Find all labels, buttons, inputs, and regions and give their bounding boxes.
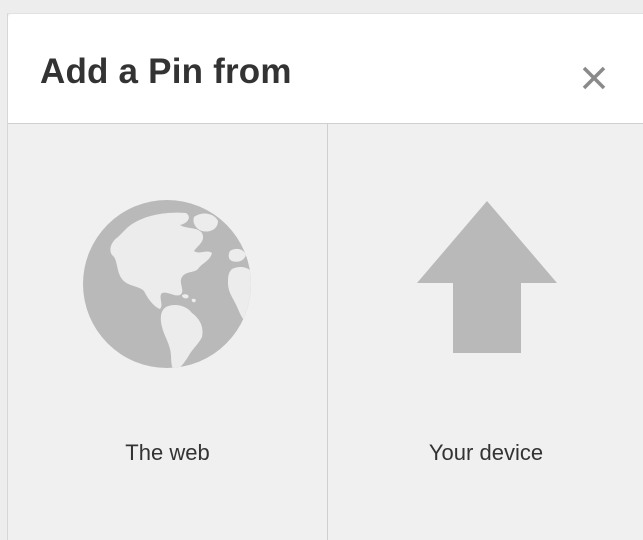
globe-icon (82, 199, 252, 374)
add-pin-dialog: Add a Pin from The web Your device (7, 13, 643, 540)
dialog-header: Add a Pin from (8, 14, 643, 124)
option-label-web: The web (125, 440, 210, 465)
option-your-device[interactable]: Your device (328, 124, 643, 540)
close-icon (582, 66, 606, 90)
dialog-title: Add a Pin from (40, 52, 292, 91)
option-label-device: Your device (428, 440, 544, 465)
upload-arrow-icon (414, 199, 560, 360)
close-button[interactable] (574, 58, 614, 98)
pin-source-options: The web Your device (8, 124, 643, 540)
option-the-web[interactable]: The web (8, 124, 328, 540)
